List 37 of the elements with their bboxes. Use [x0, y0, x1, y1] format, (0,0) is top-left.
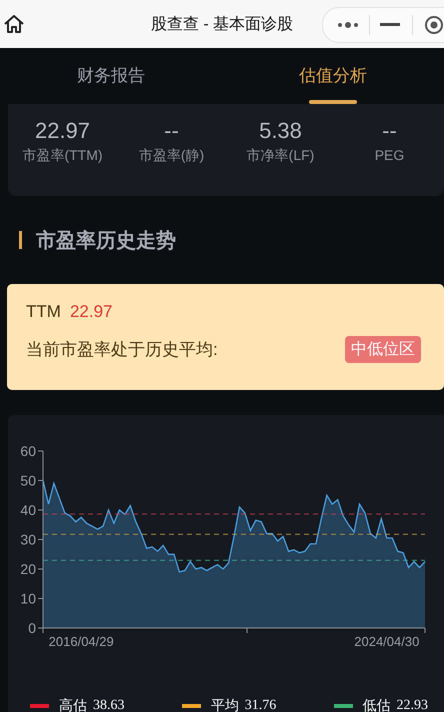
x-tick-label: 2016/04/29 — [48, 634, 114, 649]
tab[interactable]: 财务报告 — [0, 48, 222, 104]
x-tick-label: 2024/04/30 — [354, 634, 420, 649]
status-text: 当前市盈率处于历史平均: — [26, 339, 218, 361]
legend-value: 22.93 — [396, 698, 428, 712]
legend-label: 平均 — [210, 698, 239, 712]
accent-bar — [19, 231, 22, 249]
minimize-icon[interactable] — [380, 23, 400, 27]
close-icon[interactable] — [424, 15, 444, 35]
section-title: 市盈率历史走势 — [36, 228, 176, 254]
metric-label: 市盈率(TTM) — [22, 147, 103, 165]
ratio-value: 22.97 — [70, 302, 112, 322]
metric-value: -- — [382, 118, 397, 144]
window-title: 股查查 - 基本面诊股 — [150, 14, 294, 35]
tab[interactable]: 估值分析 — [222, 48, 444, 104]
metric-value: 22.97 — [34, 118, 90, 144]
y-tick-label: 0 — [28, 620, 36, 636]
legend-label: 高估 — [59, 697, 87, 712]
legend-value: 38.63 — [93, 698, 124, 712]
legend-value: 31.76 — [244, 698, 276, 712]
y-tick-label: 20 — [20, 561, 36, 577]
y-tick-label: 10 — [20, 590, 36, 606]
y-tick-label: 50 — [20, 472, 36, 488]
ratio-label: TTM — [26, 302, 61, 322]
tab-underline — [309, 100, 357, 104]
legend-label: 低估 — [362, 698, 390, 712]
metric-label: 市净率(LF) — [246, 147, 314, 165]
y-tick-label: 30 — [20, 532, 36, 548]
home-icon[interactable] — [3, 13, 25, 35]
y-tick-label: 60 — [20, 443, 36, 459]
metric-value: -- — [164, 118, 179, 144]
more-icon[interactable] — [337, 21, 359, 29]
metric-label: PEG — [374, 147, 404, 163]
metric-value: 5.38 — [259, 118, 302, 144]
metric-label: 市盈率(静) — [138, 147, 204, 165]
level-badge: 中低位区 — [345, 336, 421, 363]
y-tick-label: 40 — [20, 502, 36, 518]
